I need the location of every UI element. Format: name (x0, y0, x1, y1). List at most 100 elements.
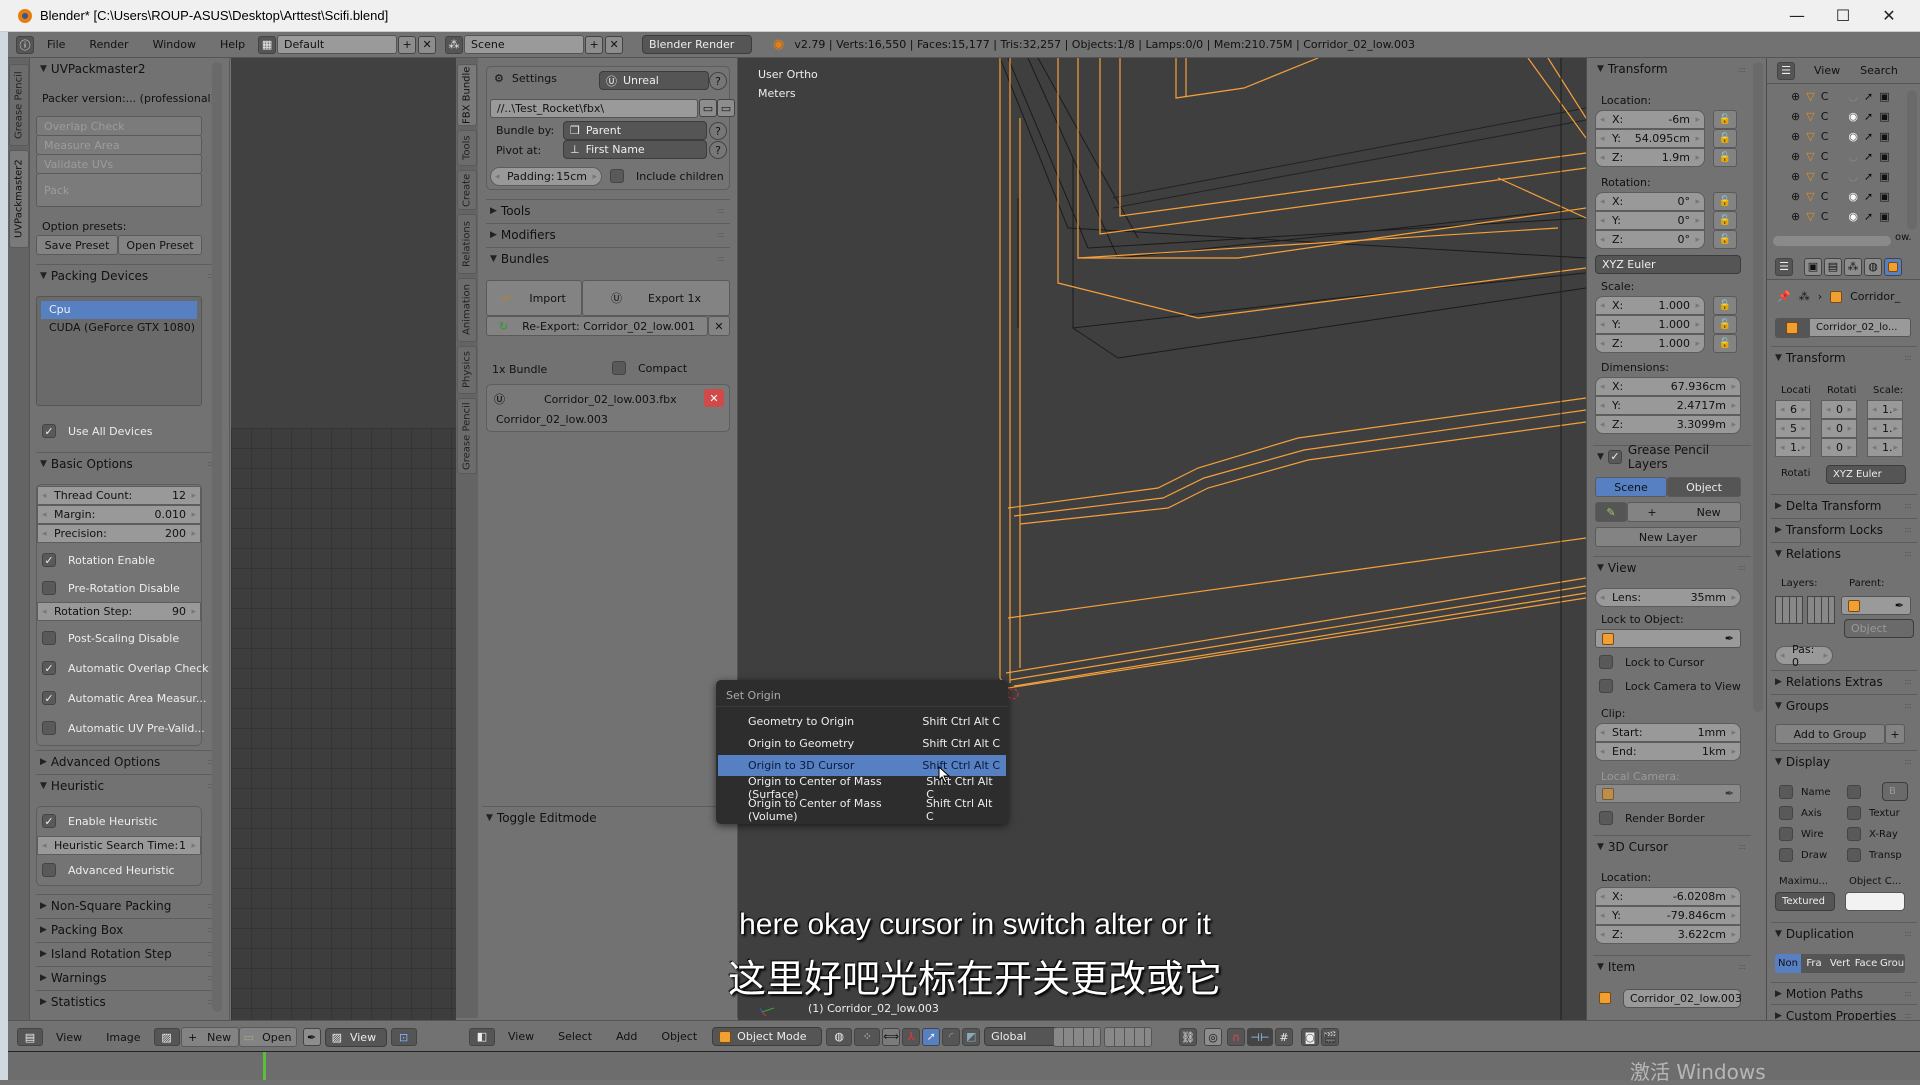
lock-icon[interactable]: 🔓 (1713, 315, 1737, 334)
obj-scale-z[interactable]: 1. (1867, 438, 1903, 457)
render-camera-icon[interactable]: ▣ (1879, 110, 1889, 123)
snap-target-icon[interactable]: # (1275, 1028, 1293, 1046)
tab-animation[interactable]: Animation (457, 278, 477, 342)
expand-icon[interactable]: ⊕ (1791, 170, 1800, 183)
section-heuristic[interactable]: ▼ Heuristic:::: (36, 774, 220, 796)
dup-verts-button[interactable]: Vert (1827, 954, 1853, 973)
section-groups[interactable]: ▼ Groups:::: (1771, 694, 1917, 716)
menu-render[interactable]: Render (77, 38, 140, 51)
eye-icon[interactable]: ◉ (1848, 190, 1858, 203)
section-uvpackmaster2[interactable]: ▼ UVPackmaster2 (36, 58, 220, 80)
lock-icon[interactable]: 🔓 (1713, 148, 1737, 167)
rotate-icon[interactable]: ◜ (942, 1027, 961, 1046)
tab-tools[interactable]: Tools (457, 130, 477, 166)
render-camera-icon[interactable]: ▣ (1879, 90, 1889, 103)
dup-none-button[interactable]: Non (1775, 954, 1801, 973)
lock-icon[interactable]: 🔓 (1713, 211, 1737, 230)
section-3d-cursor[interactable]: ▼ 3D Cursor:::: (1593, 835, 1751, 857)
display-draw-checkbox[interactable]: Draw (1779, 845, 1827, 865)
expand-icon[interactable]: ⊕ (1791, 150, 1800, 163)
scene-icon[interactable]: ⁂ (445, 35, 464, 54)
cursor-y-field[interactable]: Y: -79.846cm (1595, 906, 1741, 925)
uv-menu-view[interactable]: View (44, 1031, 94, 1044)
object-tab-icon[interactable] (1884, 257, 1902, 276)
display-axis-checkbox[interactable]: Axis (1779, 803, 1822, 823)
outliner-view-menu[interactable]: View (1814, 64, 1840, 77)
advanced-heuristic-checkbox[interactable]: Advanced Heuristic (42, 860, 175, 880)
obj-rotation-x[interactable]: 0 (1821, 400, 1857, 419)
grease-pencil-checkbox[interactable]: ✓ (1607, 449, 1628, 464)
properties-type-icon[interactable]: ☰ (1775, 257, 1793, 276)
eyedropper-icon[interactable]: ✒ (1895, 599, 1904, 612)
lock-icon[interactable]: 🔓 (1713, 192, 1737, 211)
world-tab-icon[interactable]: ◍ (1864, 257, 1882, 276)
select-cursor-icon[interactable]: ➚ (1864, 190, 1873, 203)
padding-field[interactable]: Padding:15cm (490, 167, 602, 186)
clear-reexport-button[interactable]: ✕ (708, 316, 730, 336)
outliner-row[interactable]: ⊕ ▽ C ◉ ➚ ▣ (1767, 106, 1907, 126)
save-preset-button[interactable]: Save Preset (36, 235, 118, 255)
tab-fbx-bundle[interactable]: FBX Bundle (457, 64, 477, 126)
section-item[interactable]: ▼ Item:::: (1593, 955, 1751, 977)
viewport-shading-icon[interactable]: ◍ (826, 1027, 853, 1046)
scale-icon[interactable]: ◩ (962, 1027, 981, 1046)
dimensions-x-field[interactable]: X: 67.936cm (1595, 377, 1741, 396)
post-scaling-disable-checkbox[interactable]: Post-Scaling Disable (42, 628, 179, 648)
object-color-swatch[interactable] (1845, 892, 1905, 911)
section-statistics[interactable]: ▶ Statistics:::: (36, 990, 220, 1012)
render-camera-icon[interactable]: ▣ (1879, 210, 1889, 223)
scene-field[interactable]: Scene (464, 35, 585, 54)
eye-icon[interactable]: ◉ (1848, 110, 1858, 123)
add-group-plus-icon[interactable]: + (1885, 724, 1905, 744)
help-icon[interactable]: ? (709, 122, 727, 140)
layout-icon[interactable]: ▦ (258, 35, 277, 54)
section-motion-paths[interactable]: ▶ Motion Paths:::: (1771, 982, 1917, 1004)
eye-hidden-icon[interactable]: ◡ (1848, 170, 1858, 183)
location-y-field[interactable]: Y: 54.095cm (1595, 129, 1705, 148)
current-frame-marker[interactable] (263, 1052, 266, 1080)
minimize-button[interactable]: — (1774, 0, 1820, 30)
import-button[interactable]: ⇐ Import (486, 280, 582, 316)
clip-start-field[interactable]: Start: 1mm (1595, 723, 1741, 742)
parent-type-select[interactable]: Object (1844, 619, 1914, 638)
render-engine-select[interactable]: Blender Render (642, 35, 753, 54)
lock-to-cursor-checkbox[interactable]: Lock to Cursor (1599, 652, 1704, 672)
dup-faces-button[interactable]: Face (1853, 954, 1879, 973)
outliner-row[interactable]: ⊕ ▽ C ◡ ➚ ▣ (1767, 86, 1907, 106)
outliner-row[interactable]: ⊕ ▽ C ◡ ➚ ▣ (1767, 146, 1907, 166)
auto-area-checkbox[interactable]: ✓ Automatic Area Measur... (42, 688, 206, 708)
measure-area-button[interactable]: Measure Area (36, 135, 202, 155)
section-transform-locks[interactable]: ▶ Transform Locks:::: (1771, 518, 1917, 540)
snap-magnet-icon[interactable]: ∩ (1227, 1028, 1245, 1046)
lens-field[interactable]: Lens: 35mm (1595, 588, 1741, 607)
object-browse-button[interactable] (1775, 318, 1809, 338)
eye-hidden-icon[interactable]: ◡ (1848, 90, 1858, 103)
compact-checkbox[interactable]: Compact (612, 358, 687, 378)
3d-viewport[interactable]: User Ortho Meters (1) Corridor_02_low.00… (738, 58, 1586, 1020)
outliner-search-menu[interactable]: Search (1860, 64, 1898, 77)
display-name-checkbox[interactable]: Name (1779, 782, 1831, 802)
expand-icon[interactable]: ⊕ (1791, 130, 1800, 143)
folder-open-icon[interactable]: ▭ (717, 99, 735, 117)
menu-file[interactable]: File (35, 38, 77, 51)
open-preset-button[interactable]: Open Preset (118, 235, 202, 255)
section-duplication[interactable]: ▼ Duplication:::: (1771, 922, 1917, 944)
manipulator-icon[interactable]: ⅄ (902, 1027, 921, 1046)
outliner-row[interactable]: ⊕ ▽ C ◡ ➚ ▣ (1767, 166, 1907, 186)
lock-camera-to-view-checkbox[interactable]: Lock Camera to View (1599, 676, 1741, 696)
rotation-mode-select[interactable]: XYZ Euler (1595, 255, 1741, 274)
tab-grease-pencil[interactable]: Grease Pencil (9, 64, 29, 146)
obj-rotation-mode-select[interactable]: XYZ Euler (1826, 465, 1906, 484)
lock-icon[interactable]: 🔓 (1713, 110, 1737, 129)
menu-item-origin-to-center-volume[interactable]: Origin to Center of Mass (Volume) Shift C… (718, 797, 1006, 823)
auto-overlap-checkbox[interactable]: ✓ Automatic Overlap Check (42, 658, 208, 678)
pack-button[interactable]: Pack (36, 173, 202, 207)
devices-list[interactable]: Cpu CUDA (GeForce GTX 1080) (36, 296, 202, 406)
menu-item-origin-to-geometry[interactable]: Origin to Geometry Shift Ctrl Alt C (718, 733, 1006, 754)
eyedropper-icon[interactable]: ✒ (1725, 787, 1734, 800)
snap-element-icon[interactable]: ⊣⊢ (1247, 1028, 1273, 1046)
select-cursor-icon[interactable]: ➚ (1864, 150, 1873, 163)
pivot-point-icon[interactable]: ⁘ (854, 1027, 881, 1046)
outliner-row[interactable]: ⊕ ▽ C ◉ ➚ ▣ (1767, 186, 1907, 206)
display-texture-checkbox[interactable]: Textur (1847, 803, 1900, 823)
